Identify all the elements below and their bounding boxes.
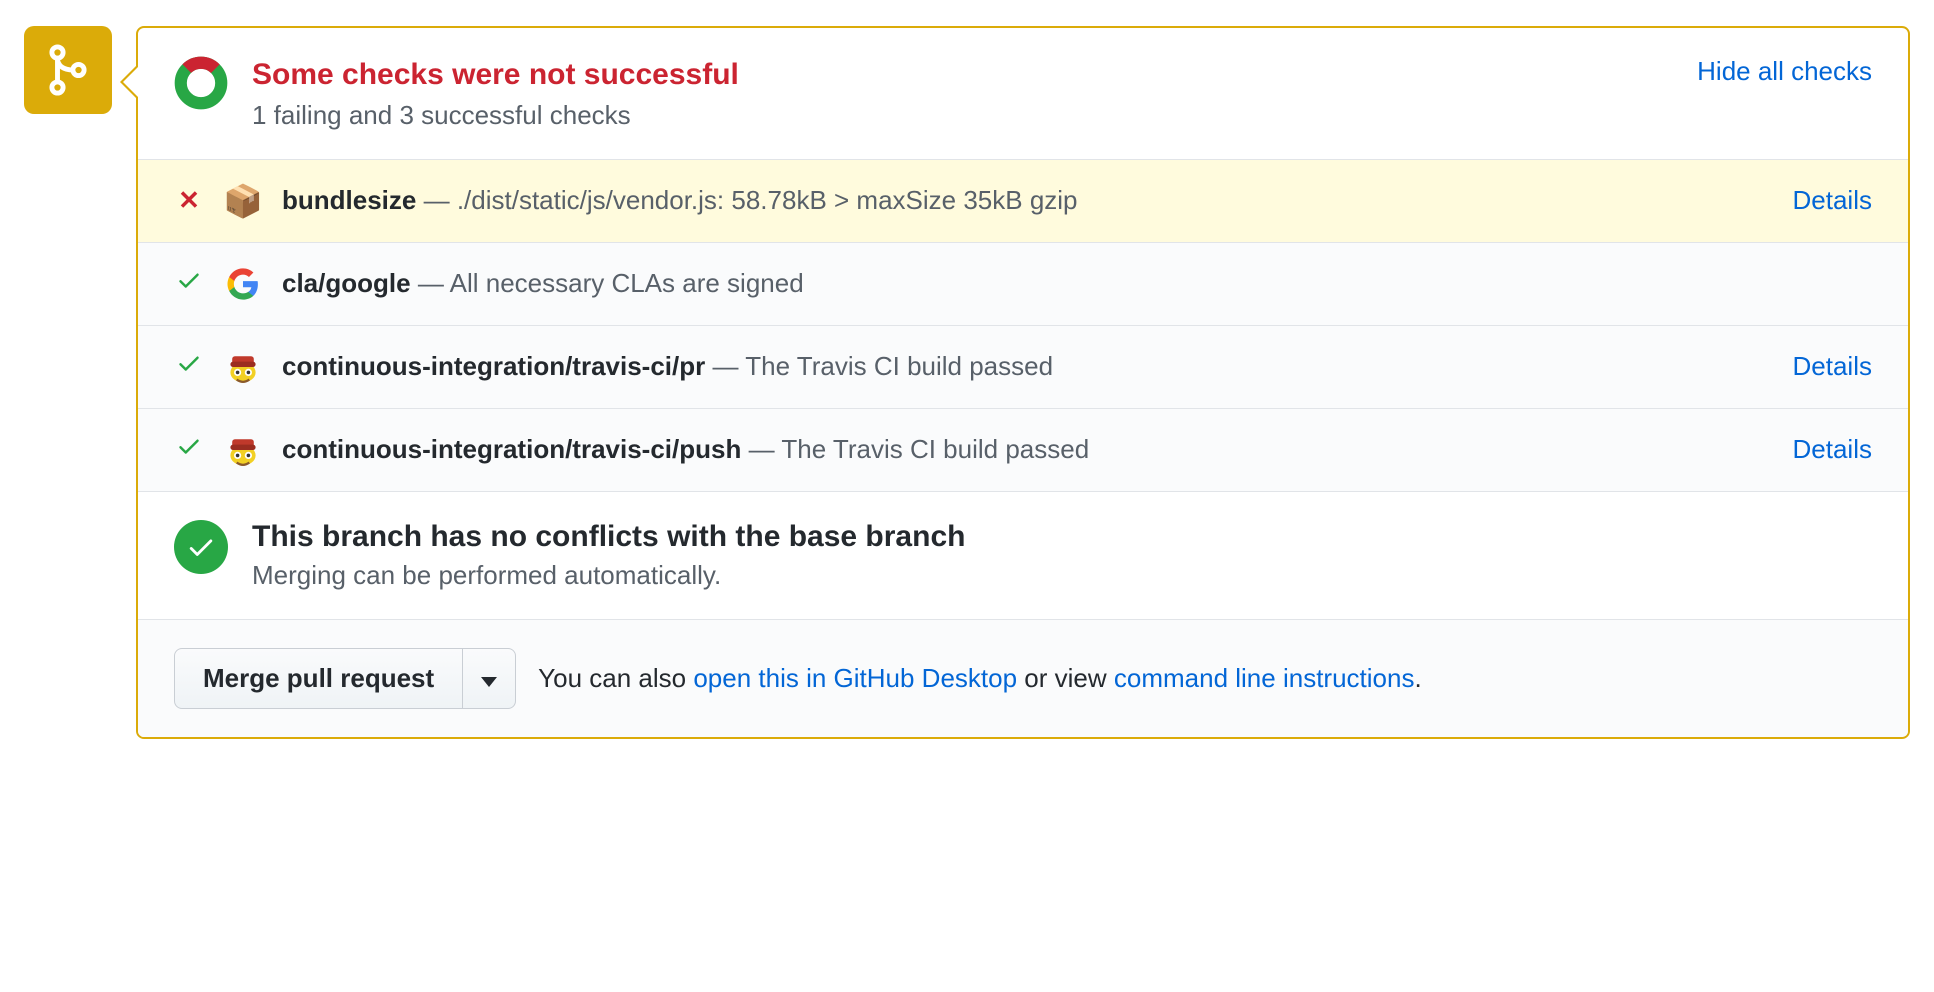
open-desktop-link[interactable]: open this in GitHub Desktop [693,663,1017,693]
details-link[interactable]: Details [1793,351,1872,382]
check-icon [174,433,204,466]
check-icon [174,267,204,300]
checks-list: ✕ 📦 bundlesize — ./dist/static/js/vendor… [138,160,1908,492]
merge-button-group: Merge pull request [174,648,516,709]
check-row-travis-push: continuous-integration/travis-ci/push — … [138,409,1908,492]
conflicts-section: This branch has no conflicts with the ba… [138,492,1908,620]
check-name: continuous-integration/travis-ci/push [282,434,741,464]
checks-status-subtitle: 1 failing and 3 successful checks [252,100,1673,131]
check-name: bundlesize [282,185,416,215]
git-merge-icon [44,42,92,98]
merge-pull-request-button[interactable]: Merge pull request [174,648,463,709]
merge-options-dropdown-button[interactable] [463,648,516,709]
checks-header-section: Some checks were not successful 1 failin… [138,28,1908,160]
check-desc: The Travis CI build passed [781,434,1089,464]
toggle-checks-link[interactable]: Hide all checks [1697,56,1872,87]
status-donut-icon [174,56,228,110]
google-icon [224,265,262,303]
check-row-cla-google: cla/google — All necessary CLAs are sign… [138,243,1908,326]
check-name: continuous-integration/travis-ci/pr [282,351,705,381]
details-link[interactable]: Details [1793,434,1872,465]
check-desc: The Travis CI build passed [745,351,1053,381]
checks-status-title: Some checks were not successful [252,56,1673,94]
check-desc: ./dist/static/js/vendor.js: 58.78kB > ma… [457,185,1078,215]
check-name: cla/google [282,268,411,298]
command-line-link[interactable]: command line instructions [1114,663,1415,693]
merge-footer-text: You can also open this in GitHub Desktop… [538,663,1422,694]
travis-icon [224,431,262,469]
conflicts-subtitle: Merging can be performed automatically. [252,560,965,591]
x-icon: ✕ [174,185,204,216]
check-desc: All necessary CLAs are signed [450,268,804,298]
merge-timeline-badge [24,26,112,114]
check-row-travis-pr: continuous-integration/travis-ci/pr — Th… [138,326,1908,409]
details-link[interactable]: Details [1793,185,1872,216]
merge-status-box: Some checks were not successful 1 failin… [136,26,1910,739]
conflicts-title: This branch has no conflicts with the ba… [252,520,965,554]
caret-down-icon [481,677,497,687]
success-check-icon [174,520,228,574]
merge-footer: Merge pull request You can also open thi… [138,620,1908,737]
check-icon [174,350,204,383]
package-icon: 📦 [224,182,262,220]
check-row-bundlesize: ✕ 📦 bundlesize — ./dist/static/js/vendor… [138,160,1908,243]
travis-icon [224,348,262,386]
